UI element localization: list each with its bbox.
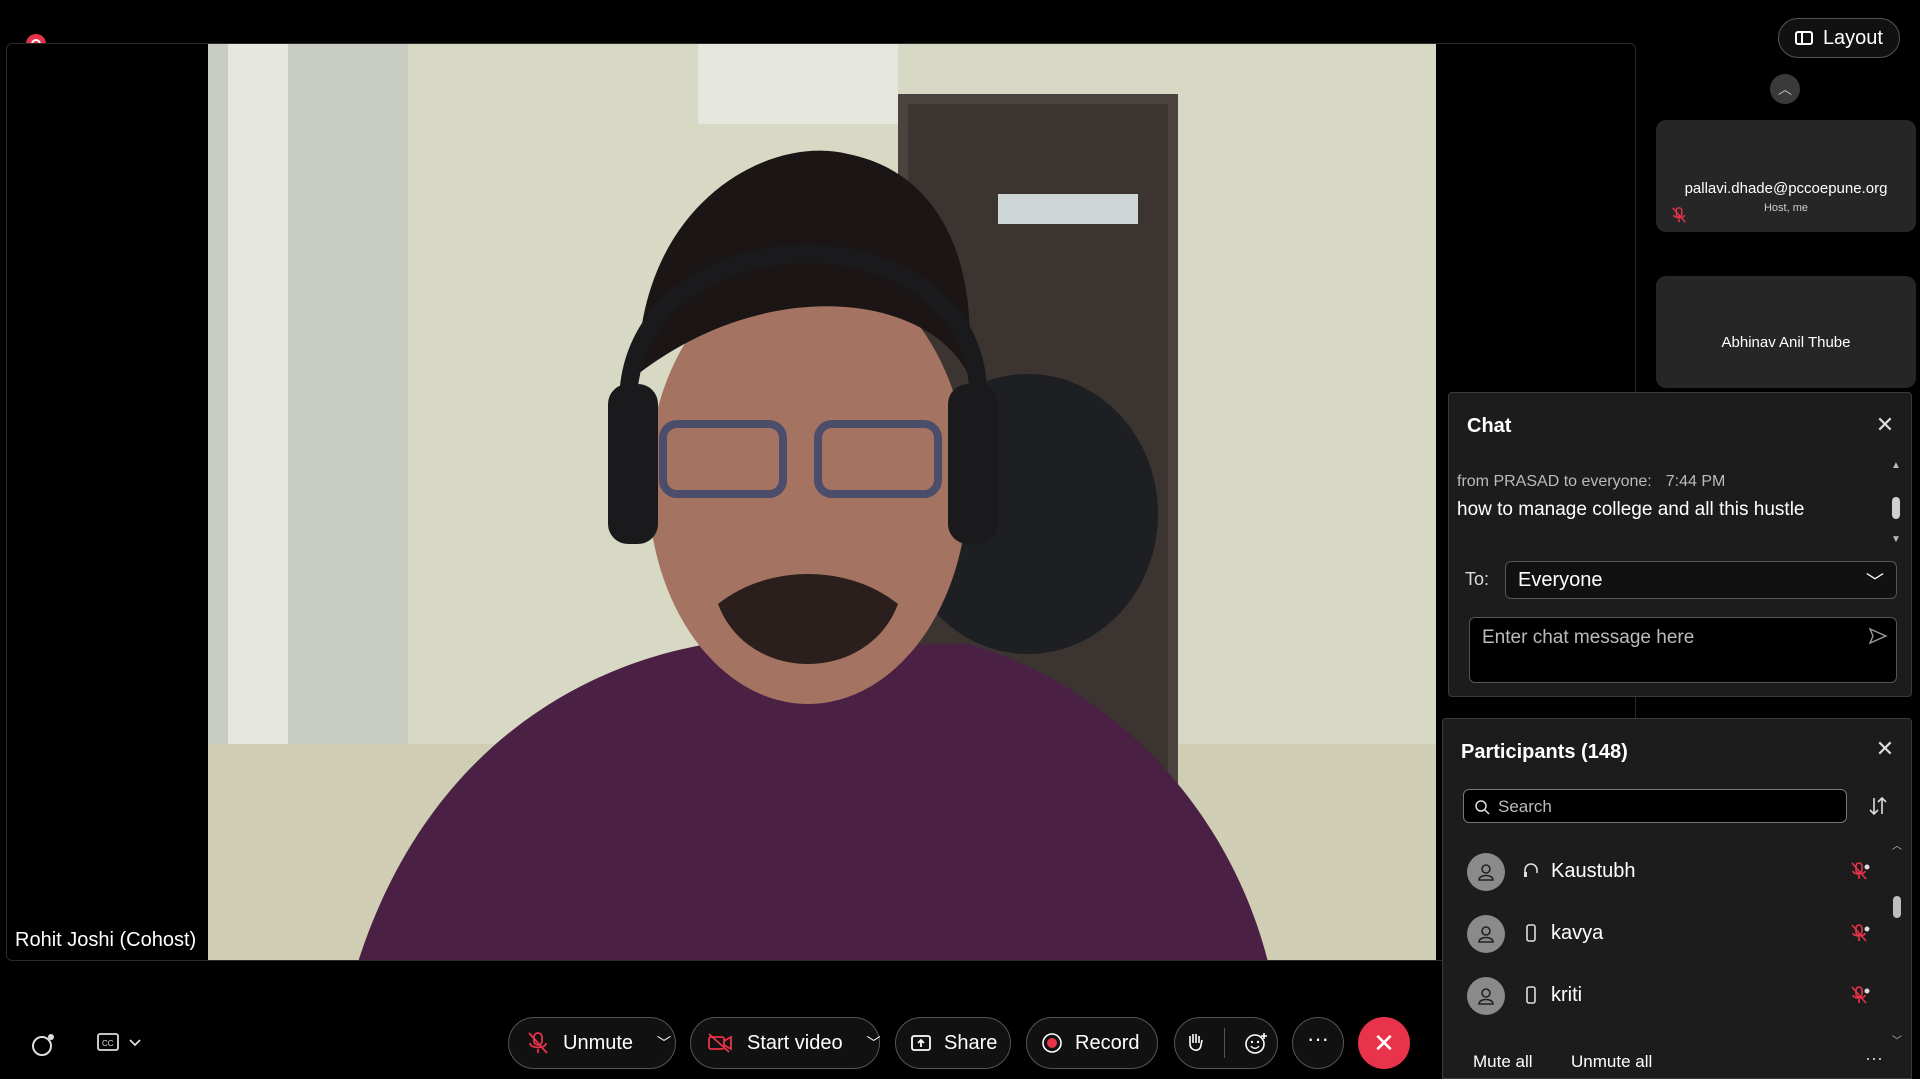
- chevron-down-icon[interactable]: ﹀: [657, 1033, 671, 1053]
- chat-message-time: 7:44 PM: [1665, 473, 1726, 490]
- record-icon: [1042, 1033, 1062, 1053]
- chevron-down-icon: ﹀: [1866, 572, 1884, 592]
- unmute-label: Unmute: [563, 1031, 634, 1054]
- meeting-window: Rohit Joshi (Cohost) Layout ︿ pallavi.dh…: [0, 0, 1920, 1079]
- share-button[interactable]: Share: [895, 1017, 1011, 1069]
- chat-message-meta: from PRASAD to everyone: 7:44 PM: [1457, 473, 1725, 491]
- participant-list[interactable]: Kaustubh kavya kriti: [1443, 841, 1883, 1041]
- participant-row[interactable]: Kaustubh: [1443, 841, 1883, 903]
- mute-all-button[interactable]: Mute all: [1473, 1052, 1533, 1072]
- chat-message-list[interactable]: from PRASAD to everyone: 7:44 PM how to m…: [1457, 455, 1887, 545]
- share-label: Share: [944, 1031, 998, 1054]
- layout-button[interactable]: Layout: [1777, 18, 1900, 58]
- scrollbar-thumb[interactable]: [1893, 896, 1901, 918]
- participant-search-input[interactable]: Search: [1463, 789, 1847, 823]
- layout-icon: [1794, 31, 1813, 45]
- phone-icon: [1526, 924, 1536, 942]
- chat-scrollbar[interactable]: ▲ ▼: [1889, 459, 1903, 547]
- thumbnail-scroll-up-button[interactable]: ︿: [1770, 74, 1800, 104]
- send-icon[interactable]: [1868, 626, 1888, 646]
- thumbnail-name: pallavi.dhade@pccoepune.org: [1684, 180, 1888, 197]
- start-video-button[interactable]: Start video ﹀: [690, 1017, 881, 1069]
- recipient-label: To:: [1465, 569, 1490, 589]
- participant-video: [208, 44, 1436, 960]
- user-icon: [1478, 926, 1494, 943]
- main-video-tile[interactable]: Rohit Joshi (Cohost): [6, 43, 1636, 961]
- participant-thumbnail[interactable]: pallavi.dhade@pccoepune.org Host, me: [1656, 120, 1916, 232]
- participant-row[interactable]: kriti: [1443, 965, 1883, 1027]
- user-icon: [1478, 864, 1494, 881]
- participants-panel: Participants (148) ✕ Search Kaustubh kav…: [1442, 718, 1912, 1079]
- participants-more-icon[interactable]: ···: [1865, 1048, 1883, 1069]
- recipient-value: Everyone: [1518, 569, 1603, 591]
- svg-text:CC: CC: [102, 1039, 114, 1048]
- more-icon: ···: [1307, 1026, 1329, 1051]
- chat-input-placeholder: Enter chat message here: [1482, 627, 1695, 648]
- unmute-button[interactable]: Unmute ﹀: [508, 1017, 676, 1069]
- participant-name: kavya: [1551, 922, 1604, 944]
- muted-mic-icon: [1672, 207, 1686, 223]
- close-chat-icon[interactable]: ✕: [1875, 414, 1895, 436]
- search-placeholder: Search: [1498, 797, 1552, 816]
- chat-message-input[interactable]: Enter chat message here: [1469, 617, 1897, 683]
- participants-footer: Mute all Unmute all ···: [1443, 1048, 1911, 1078]
- muted-mic-icon[interactable]: [1849, 923, 1871, 945]
- video-off-icon: [708, 1033, 732, 1053]
- muted-mic-icon: [528, 1032, 548, 1054]
- chevron-up-icon: ︿: [1778, 81, 1792, 97]
- phone-icon: [1526, 986, 1536, 1004]
- search-icon: [1475, 800, 1490, 815]
- headset-icon: [1524, 863, 1538, 877]
- closed-captions-icon[interactable]: CC: [96, 1032, 144, 1054]
- scrollbar-thumb[interactable]: [1892, 497, 1900, 519]
- scroll-down-arrow-icon[interactable]: ﹀: [1890, 1032, 1904, 1047]
- recipient-select[interactable]: Everyone ﹀: [1505, 561, 1897, 599]
- layout-button-label: Layout: [1822, 26, 1883, 49]
- meeting-info-icon[interactable]: [30, 1032, 56, 1058]
- share-screen-icon: [911, 1035, 931, 1051]
- close-icon: ✕: [1373, 1027, 1395, 1058]
- more-options-button[interactable]: ···: [1292, 1017, 1344, 1069]
- thumbnail-name: Abhinav Anil Thube: [1721, 334, 1851, 351]
- raise-hand-icon[interactable]: [1184, 1031, 1206, 1055]
- start-video-label: Start video: [747, 1031, 843, 1054]
- divider: [1224, 1028, 1226, 1058]
- scroll-up-arrow-icon[interactable]: ︿: [1890, 837, 1904, 852]
- muted-mic-icon[interactable]: [1849, 861, 1871, 883]
- chat-panel: Chat ✕ from PRASAD to everyone: 7:44 PM h…: [1448, 392, 1912, 697]
- leave-meeting-button[interactable]: ✕: [1358, 1017, 1410, 1069]
- user-icon: [1478, 988, 1494, 1005]
- participant-thumbnail[interactable]: Abhinav Anil Thube: [1656, 276, 1916, 388]
- avatar: [1467, 977, 1505, 1015]
- avatar: [1467, 915, 1505, 953]
- chevron-down-icon[interactable]: ﹀: [867, 1033, 881, 1053]
- participant-name: Kaustubh: [1551, 860, 1636, 882]
- reactions-group: [1174, 1017, 1278, 1069]
- participant-row[interactable]: kavya: [1443, 903, 1883, 965]
- participants-scrollbar[interactable]: ︿ ﹀: [1890, 837, 1904, 1047]
- emoji-reaction-icon[interactable]: [1244, 1031, 1268, 1055]
- close-participants-icon[interactable]: ✕: [1875, 738, 1895, 760]
- chat-message-sender: from PRASAD to everyone:: [1457, 473, 1652, 490]
- scroll-down-arrow-icon[interactable]: ▼: [1889, 533, 1903, 547]
- unmute-all-button[interactable]: Unmute all: [1571, 1052, 1652, 1072]
- scroll-up-arrow-icon[interactable]: ▲: [1889, 459, 1903, 473]
- participant-name-label: Rohit Joshi (Cohost): [15, 929, 197, 951]
- thumbnail-subtitle: Host, me: [1763, 202, 1808, 214]
- avatar: [1467, 853, 1505, 891]
- chat-message-text: how to manage college and all this hustl…: [1457, 499, 1805, 520]
- participants-title: Participants (148): [1461, 741, 1628, 763]
- sort-icon[interactable]: [1867, 795, 1889, 817]
- chat-panel-title: Chat: [1467, 415, 1512, 437]
- record-label: Record: [1075, 1031, 1140, 1054]
- muted-mic-icon[interactable]: [1849, 985, 1871, 1007]
- participant-name: kriti: [1551, 984, 1583, 1006]
- record-button[interactable]: Record: [1026, 1017, 1158, 1069]
